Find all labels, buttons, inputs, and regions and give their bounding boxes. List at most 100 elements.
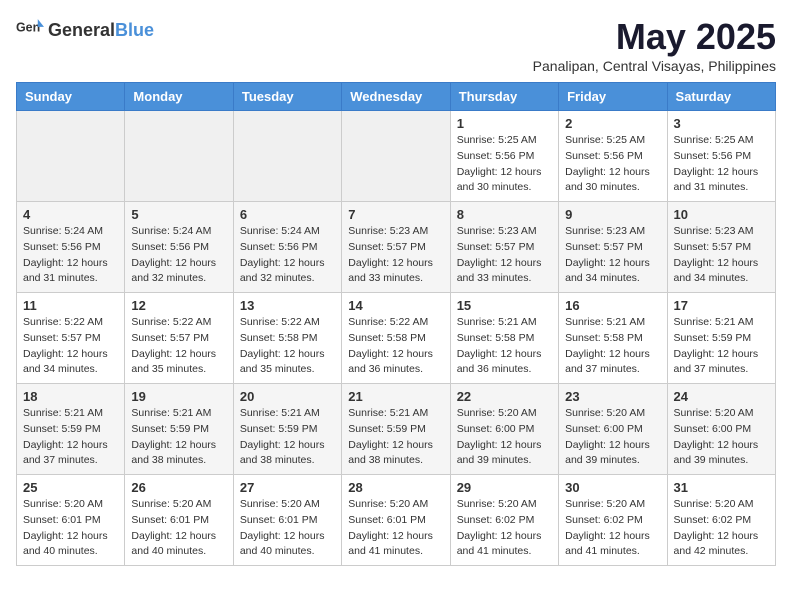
table-row: 7 Sunrise: 5:23 AM Sunset: 5:57 PM Daylig… bbox=[342, 202, 450, 293]
day-info: Sunrise: 5:21 AM Sunset: 5:59 PM Dayligh… bbox=[674, 315, 769, 378]
day-number: 21 bbox=[348, 389, 443, 404]
col-tuesday: Tuesday bbox=[233, 83, 341, 111]
day-info: Sunrise: 5:24 AM Sunset: 5:56 PM Dayligh… bbox=[240, 224, 335, 287]
table-row bbox=[125, 111, 233, 202]
day-info: Sunrise: 5:20 AM Sunset: 6:02 PM Dayligh… bbox=[565, 497, 660, 560]
day-info: Sunrise: 5:20 AM Sunset: 6:01 PM Dayligh… bbox=[240, 497, 335, 560]
day-info: Sunrise: 5:20 AM Sunset: 6:02 PM Dayligh… bbox=[674, 497, 769, 560]
calendar-header-row: Sunday Monday Tuesday Wednesday Thursday… bbox=[17, 83, 776, 111]
day-info: Sunrise: 5:21 AM Sunset: 5:59 PM Dayligh… bbox=[348, 406, 443, 469]
logo-text-blue: Blue bbox=[115, 20, 154, 41]
table-row: 22 Sunrise: 5:20 AM Sunset: 6:00 PM Dayli… bbox=[450, 384, 558, 475]
svg-text:Gen: Gen bbox=[16, 21, 40, 35]
day-number: 22 bbox=[457, 389, 552, 404]
day-info: Sunrise: 5:25 AM Sunset: 5:56 PM Dayligh… bbox=[565, 133, 660, 196]
day-number: 3 bbox=[674, 116, 769, 131]
day-info: Sunrise: 5:20 AM Sunset: 6:01 PM Dayligh… bbox=[131, 497, 226, 560]
table-row: 18 Sunrise: 5:21 AM Sunset: 5:59 PM Dayli… bbox=[17, 384, 125, 475]
day-info: Sunrise: 5:20 AM Sunset: 6:02 PM Dayligh… bbox=[457, 497, 552, 560]
table-row: 31 Sunrise: 5:20 AM Sunset: 6:02 PM Dayli… bbox=[667, 475, 775, 566]
day-number: 19 bbox=[131, 389, 226, 404]
logo-icon: Gen bbox=[16, 16, 44, 44]
table-row: 29Sunrise: 5:20 AM Sunset: 6:02 PM Dayli… bbox=[450, 475, 558, 566]
table-row: 26 Sunrise: 5:20 AM Sunset: 6:01 PM Dayli… bbox=[125, 475, 233, 566]
day-number: 17 bbox=[674, 298, 769, 313]
day-number: 9 bbox=[565, 207, 660, 222]
day-info: Sunrise: 5:21 AM Sunset: 5:58 PM Dayligh… bbox=[457, 315, 552, 378]
table-row: 23 Sunrise: 5:20 AM Sunset: 6:00 PM Dayli… bbox=[559, 384, 667, 475]
day-number: 20 bbox=[240, 389, 335, 404]
col-wednesday: Wednesday bbox=[342, 83, 450, 111]
day-info: Sunrise: 5:21 AM Sunset: 5:59 PM Dayligh… bbox=[240, 406, 335, 469]
day-info: Sunrise: 5:22 AM Sunset: 5:57 PM Dayligh… bbox=[23, 315, 118, 378]
day-number: 6 bbox=[240, 207, 335, 222]
day-info: Sunrise: 5:20 AM Sunset: 6:01 PM Dayligh… bbox=[23, 497, 118, 560]
day-info: Sunrise: 5:25 AM Sunset: 5:56 PM Dayligh… bbox=[674, 133, 769, 196]
table-row: 14 Sunrise: 5:22 AM Sunset: 5:58 PM Dayli… bbox=[342, 293, 450, 384]
day-number: 11 bbox=[23, 298, 118, 313]
table-row: 8Sunrise: 5:23 AM Sunset: 5:57 PM Daylig… bbox=[450, 202, 558, 293]
day-info: Sunrise: 5:22 AM Sunset: 5:57 PM Dayligh… bbox=[131, 315, 226, 378]
calendar-table: Sunday Monday Tuesday Wednesday Thursday… bbox=[16, 82, 776, 566]
day-info: Sunrise: 5:20 AM Sunset: 6:00 PM Dayligh… bbox=[457, 406, 552, 469]
page-header: Gen General Blue May 2025 Panalipan, Cen… bbox=[16, 16, 776, 74]
day-number: 10 bbox=[674, 207, 769, 222]
col-friday: Friday bbox=[559, 83, 667, 111]
title-area: May 2025 Panalipan, Central Visayas, Phi… bbox=[533, 16, 776, 74]
table-row bbox=[342, 111, 450, 202]
logo: Gen General Blue bbox=[16, 16, 154, 44]
table-row: 30Sunrise: 5:20 AM Sunset: 6:02 PM Dayli… bbox=[559, 475, 667, 566]
day-number: 13 bbox=[240, 298, 335, 313]
day-number: 8 bbox=[457, 207, 552, 222]
table-row: 1 Sunrise: 5:25 AM Sunset: 5:56 PM Daylig… bbox=[450, 111, 558, 202]
day-number: 4 bbox=[23, 207, 118, 222]
table-row: 10 Sunrise: 5:23 AM Sunset: 5:57 PM Dayli… bbox=[667, 202, 775, 293]
table-row: 15Sunrise: 5:21 AM Sunset: 5:58 PM Dayli… bbox=[450, 293, 558, 384]
table-row: 19Sunrise: 5:21 AM Sunset: 5:59 PM Dayli… bbox=[125, 384, 233, 475]
day-info: Sunrise: 5:25 AM Sunset: 5:56 PM Dayligh… bbox=[457, 133, 552, 196]
week-row-3: 11 Sunrise: 5:22 AM Sunset: 5:57 PM Dayli… bbox=[17, 293, 776, 384]
table-row: 25Sunrise: 5:20 AM Sunset: 6:01 PM Dayli… bbox=[17, 475, 125, 566]
day-info: Sunrise: 5:20 AM Sunset: 6:00 PM Dayligh… bbox=[565, 406, 660, 469]
day-number: 7 bbox=[348, 207, 443, 222]
table-row: 9 Sunrise: 5:23 AM Sunset: 5:57 PM Daylig… bbox=[559, 202, 667, 293]
logo-text-general: General bbox=[48, 20, 115, 41]
table-row: 27 Sunrise: 5:20 AM Sunset: 6:01 PM Dayli… bbox=[233, 475, 341, 566]
day-number: 1 bbox=[457, 116, 552, 131]
table-row: 28 Sunrise: 5:20 AM Sunset: 6:01 PM Dayli… bbox=[342, 475, 450, 566]
day-info: Sunrise: 5:22 AM Sunset: 5:58 PM Dayligh… bbox=[240, 315, 335, 378]
day-number: 5 bbox=[131, 207, 226, 222]
day-info: Sunrise: 5:24 AM Sunset: 5:56 PM Dayligh… bbox=[23, 224, 118, 287]
day-info: Sunrise: 5:23 AM Sunset: 5:57 PM Dayligh… bbox=[565, 224, 660, 287]
table-row: 13 Sunrise: 5:22 AM Sunset: 5:58 PM Dayli… bbox=[233, 293, 341, 384]
table-row: 21 Sunrise: 5:21 AM Sunset: 5:59 PM Dayli… bbox=[342, 384, 450, 475]
day-info: Sunrise: 5:21 AM Sunset: 5:59 PM Dayligh… bbox=[23, 406, 118, 469]
day-info: Sunrise: 5:22 AM Sunset: 5:58 PM Dayligh… bbox=[348, 315, 443, 378]
day-number: 18 bbox=[23, 389, 118, 404]
week-row-2: 4 Sunrise: 5:24 AM Sunset: 5:56 PM Daylig… bbox=[17, 202, 776, 293]
table-row: 20 Sunrise: 5:21 AM Sunset: 5:59 PM Dayli… bbox=[233, 384, 341, 475]
day-number: 24 bbox=[674, 389, 769, 404]
table-row: 17 Sunrise: 5:21 AM Sunset: 5:59 PM Dayli… bbox=[667, 293, 775, 384]
day-number: 26 bbox=[131, 480, 226, 495]
day-info: Sunrise: 5:23 AM Sunset: 5:57 PM Dayligh… bbox=[674, 224, 769, 287]
day-info: Sunrise: 5:20 AM Sunset: 6:01 PM Dayligh… bbox=[348, 497, 443, 560]
day-number: 31 bbox=[674, 480, 769, 495]
table-row: 11 Sunrise: 5:22 AM Sunset: 5:57 PM Dayli… bbox=[17, 293, 125, 384]
week-row-5: 25Sunrise: 5:20 AM Sunset: 6:01 PM Dayli… bbox=[17, 475, 776, 566]
day-number: 28 bbox=[348, 480, 443, 495]
table-row: 3 Sunrise: 5:25 AM Sunset: 5:56 PM Daylig… bbox=[667, 111, 775, 202]
col-monday: Monday bbox=[125, 83, 233, 111]
day-info: Sunrise: 5:23 AM Sunset: 5:57 PM Dayligh… bbox=[348, 224, 443, 287]
table-row: 24 Sunrise: 5:20 AM Sunset: 6:00 PM Dayli… bbox=[667, 384, 775, 475]
table-row: 16Sunrise: 5:21 AM Sunset: 5:58 PM Dayli… bbox=[559, 293, 667, 384]
day-number: 23 bbox=[565, 389, 660, 404]
table-row: 12Sunrise: 5:22 AM Sunset: 5:57 PM Dayli… bbox=[125, 293, 233, 384]
day-info: Sunrise: 5:20 AM Sunset: 6:00 PM Dayligh… bbox=[674, 406, 769, 469]
day-info: Sunrise: 5:24 AM Sunset: 5:56 PM Dayligh… bbox=[131, 224, 226, 287]
month-title: May 2025 bbox=[533, 16, 776, 58]
day-number: 14 bbox=[348, 298, 443, 313]
day-number: 27 bbox=[240, 480, 335, 495]
week-row-4: 18 Sunrise: 5:21 AM Sunset: 5:59 PM Dayli… bbox=[17, 384, 776, 475]
table-row: 6 Sunrise: 5:24 AM Sunset: 5:56 PM Daylig… bbox=[233, 202, 341, 293]
